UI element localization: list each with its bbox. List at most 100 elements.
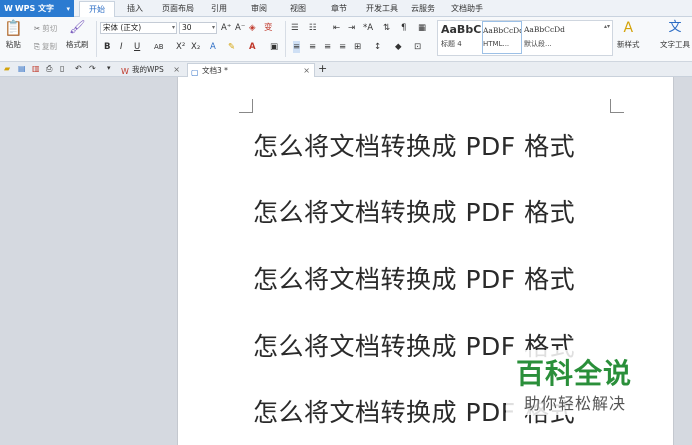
watermark-title: 百科全说 xyxy=(516,357,633,390)
print-icon[interactable]: ⎙ xyxy=(46,64,52,74)
app-title: WPS 文字 xyxy=(14,4,55,13)
cut-button[interactable]: ✂ 剪切 xyxy=(34,23,57,34)
style-label: 默认段... xyxy=(524,40,552,48)
italic-icon[interactable]: I xyxy=(120,41,123,53)
strikethrough-icon[interactable]: AB xyxy=(154,41,164,53)
brush-icon: 🖌 xyxy=(68,20,86,35)
scissors-icon: ✂ xyxy=(34,24,41,33)
tab-doc-assistant[interactable]: 文档助手 xyxy=(451,0,483,17)
phonetic-icon[interactable]: 变 xyxy=(264,22,273,34)
divider xyxy=(285,21,286,57)
tab-developer[interactable]: 开发工具 xyxy=(366,0,398,17)
style-html[interactable]: AaBbCcDd HTML... xyxy=(482,21,522,54)
line-spacing-icon[interactable]: ↕ xyxy=(374,41,381,53)
char-scale-icon[interactable]: *A xyxy=(363,22,373,34)
menu-bar: W WPS 文字 ▾ 开始 插入 页面布局 引用 审阅 视图 章节 开发工具 云… xyxy=(0,0,692,18)
document-line: 怎么将文档转换成 PDF 格式 xyxy=(253,132,576,161)
style-heading4[interactable]: AaBbC 标题 4 xyxy=(441,21,481,54)
style-sample: AaBbCcDd xyxy=(483,26,521,35)
copy-button[interactable]: ⎘ 复制 xyxy=(34,41,57,52)
save-icon[interactable]: ▤ xyxy=(18,64,26,73)
document-line: 怎么将文档转换成 PDF 格式 xyxy=(253,265,576,294)
caret-down-icon: ▾ xyxy=(66,4,70,13)
watermark-subtitle: 助你轻松解决 xyxy=(524,394,627,413)
close-icon[interactable]: × xyxy=(303,64,310,77)
divider xyxy=(96,21,97,57)
cut-label: 剪切 xyxy=(42,24,58,33)
tab-page-layout[interactable]: 页面布局 xyxy=(162,0,194,17)
new-tab-button[interactable]: + xyxy=(318,62,327,75)
new-style-label: 新样式 xyxy=(617,40,640,49)
char-border-icon[interactable]: ▣ xyxy=(270,41,278,53)
new-style-icon: A xyxy=(623,20,634,36)
font-size-value: 30 xyxy=(182,23,192,32)
close-icon[interactable]: × xyxy=(173,63,180,76)
decrease-indent-icon[interactable]: ⇤ xyxy=(333,22,340,34)
clipboard-icon: 📋 xyxy=(4,19,23,37)
document-line: 怎么将文档转换成 PDF 格式 xyxy=(253,198,576,227)
underline-icon[interactable]: U xyxy=(134,41,140,53)
text-tools-icon: 文 xyxy=(668,20,682,35)
wps-logo-icon: W xyxy=(4,4,13,13)
style-label: HTML... xyxy=(483,40,510,48)
margin-marker xyxy=(610,99,624,113)
redo-icon[interactable]: ↷ xyxy=(89,64,96,73)
app-menu-button[interactable]: W WPS 文字 ▾ xyxy=(0,0,74,17)
tab-view[interactable]: 视图 xyxy=(290,0,306,17)
sort-icon[interactable]: ⇅ xyxy=(383,22,390,34)
more-icon[interactable]: ▾ xyxy=(107,64,111,72)
text-tools-label: 文字工具 xyxy=(660,40,690,49)
new-style-button[interactable]: A 新样式 xyxy=(617,20,640,50)
margin-marker xyxy=(239,99,253,113)
tab-home[interactable]: 开始 xyxy=(79,1,115,18)
shading-icon[interactable]: ◆ xyxy=(395,41,402,53)
copy-icon: ⎘ xyxy=(34,41,40,51)
copy-label: 复制 xyxy=(42,42,57,51)
tab-review[interactable]: 审阅 xyxy=(251,0,267,17)
numbered-list-icon[interactable]: ☷ xyxy=(309,22,317,34)
tab-insert[interactable]: 插入 xyxy=(127,0,143,17)
open-icon[interactable]: ▰ xyxy=(4,64,10,73)
paste-button[interactable]: 📋 粘贴 xyxy=(4,20,23,50)
bullet-list-icon[interactable]: ☰ xyxy=(291,22,299,34)
format-painter-label: 格式刷 xyxy=(66,40,89,49)
font-size-select[interactable]: 30 ▾ xyxy=(179,22,217,34)
font-name-value: 宋体 (正文) xyxy=(103,23,142,32)
print-preview-icon[interactable]: ▯ xyxy=(60,64,64,73)
tab-chapter[interactable]: 章节 xyxy=(331,0,347,17)
bold-icon[interactable]: B xyxy=(104,41,110,53)
export-pdf-icon[interactable]: ▥ xyxy=(32,64,40,73)
superscript-icon[interactable]: X² xyxy=(176,41,185,53)
table-icon[interactable]: ▦ xyxy=(418,22,426,34)
tab-my-wps[interactable]: W 我的WPS × xyxy=(118,63,184,77)
tab-references[interactable]: 引用 xyxy=(211,0,227,17)
tab-cloud[interactable]: 云服务 xyxy=(411,0,435,17)
justify-icon[interactable]: ≡ xyxy=(339,41,346,53)
increase-indent-icon[interactable]: ⇥ xyxy=(348,22,355,34)
tab-document3[interactable]: ▢ 文档3 * × xyxy=(187,63,315,77)
document-tab-bar: ▰ ▤ ▥ ⎙ ▯ ↶ ↷ ▾ W 我的WPS × ▢ 文档3 * × + xyxy=(0,62,692,77)
grow-font-icon[interactable]: A⁺ xyxy=(221,22,231,34)
borders-icon[interactable]: ⊡ xyxy=(414,41,421,53)
style-sample: AaBbCcDd xyxy=(524,25,565,34)
text-effect-icon[interactable]: A xyxy=(210,41,216,53)
gallery-scroll-icon[interactable]: ▴▾ xyxy=(604,23,610,30)
clear-format-icon[interactable]: ◈ xyxy=(249,22,256,34)
style-default[interactable]: AaBbCcDd 默认段... xyxy=(524,21,574,54)
undo-icon[interactable]: ↶ xyxy=(75,64,82,73)
highlight-icon[interactable]: ✎ xyxy=(228,41,235,53)
format-painter-button[interactable]: 🖌 格式刷 xyxy=(66,20,89,50)
subscript-icon[interactable]: X₂ xyxy=(191,41,200,53)
style-sample: AaBbC xyxy=(441,23,481,36)
align-center-icon[interactable]: ≡ xyxy=(309,41,316,53)
align-right-icon[interactable]: ≡ xyxy=(324,41,331,53)
font-color-icon[interactable]: A xyxy=(249,41,256,53)
text-tools-button[interactable]: 文 文字工具 xyxy=(660,20,690,50)
distribute-icon[interactable]: ⊞ xyxy=(354,41,361,53)
watermark: 百科全说 助你轻松解决 xyxy=(506,350,656,415)
chevron-down-icon: ▾ xyxy=(171,24,175,31)
font-name-select[interactable]: 宋体 (正文) ▾ xyxy=(100,22,177,34)
show-marks-icon[interactable]: ¶ xyxy=(401,22,406,34)
align-left-icon[interactable]: ≡ xyxy=(293,41,301,53)
shrink-font-icon[interactable]: A⁻ xyxy=(235,22,245,34)
